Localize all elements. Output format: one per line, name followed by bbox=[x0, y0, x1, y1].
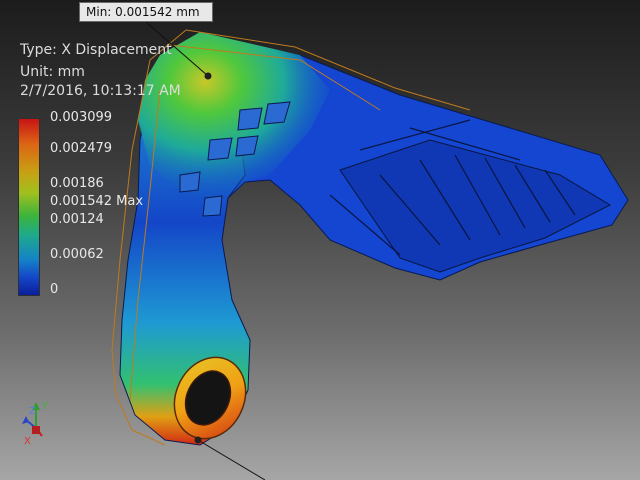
result-timestamp: 2/7/2016, 10:13:17 AM bbox=[20, 83, 181, 99]
triad-z-label: Z bbox=[29, 406, 36, 417]
legend-label: 0.002479 bbox=[50, 141, 113, 156]
legend-label: 0.00124 bbox=[50, 212, 104, 227]
model-viewport[interactable] bbox=[0, 0, 640, 480]
triad-y-label: Y bbox=[41, 401, 49, 412]
result-unit-label: Unit: mm bbox=[20, 64, 85, 80]
result-type-label: Type: X Displacement bbox=[20, 42, 172, 58]
triad-origin-cube bbox=[32, 426, 40, 434]
color-legend-bar bbox=[18, 118, 40, 296]
legend-label-min: 0 bbox=[50, 282, 59, 297]
max-leader-line bbox=[197, 439, 266, 480]
legend-label-max: 0.003099 bbox=[50, 110, 113, 125]
min-probe-tooltip: Min: 0.001542 mm bbox=[79, 2, 213, 22]
legend-label-probe-max: 0.001542 Max bbox=[50, 194, 144, 209]
min-probe-marker[interactable] bbox=[204, 72, 212, 80]
triad-x-label: X bbox=[24, 436, 31, 447]
legend-label: 0.00062 bbox=[50, 247, 104, 262]
view-triad[interactable]: Z Y X bbox=[18, 400, 64, 448]
max-probe-marker[interactable] bbox=[194, 436, 202, 444]
legend-label: 0.00186 bbox=[50, 176, 104, 191]
